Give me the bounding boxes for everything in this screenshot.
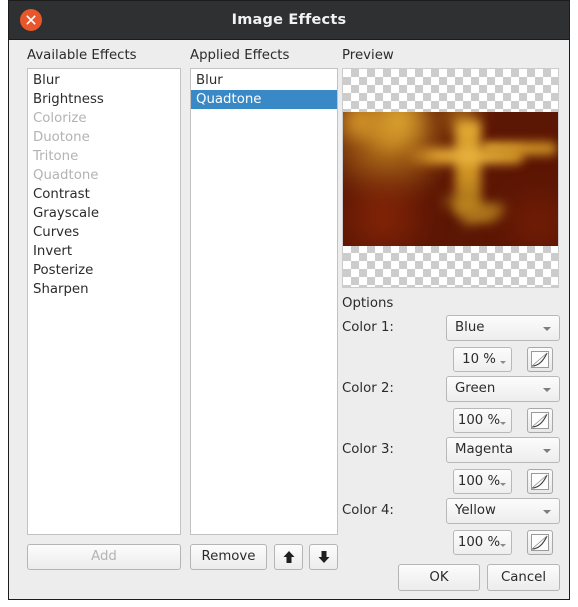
spinner-down-icon[interactable]	[500, 361, 506, 364]
move-up-button[interactable]	[274, 544, 303, 570]
color-1-value: Blue	[455, 320, 485, 335]
color-3-label: Color 3:	[342, 442, 394, 457]
arrow-down-icon	[318, 551, 329, 563]
color-2-amount-value: 100 %	[457, 413, 501, 428]
arrow-up-icon	[283, 551, 294, 563]
color-2-select[interactable]: Green	[446, 376, 560, 402]
color-2-value: Green	[455, 381, 496, 396]
available-effect-item[interactable]: Sharpen	[28, 280, 180, 299]
preview-title: Preview	[342, 48, 394, 63]
color-1-select[interactable]: Blue	[446, 315, 560, 341]
add-button[interactable]: Add	[27, 544, 181, 570]
available-effect-item[interactable]: Grayscale	[28, 204, 180, 223]
remove-button[interactable]: Remove	[190, 544, 267, 570]
curve-editor-icon	[531, 534, 549, 551]
available-effect-item[interactable]: Posterize	[28, 261, 180, 280]
available-effect-item: Tritone	[33, 149, 79, 164]
move-down-button[interactable]	[309, 544, 338, 570]
color-3-value: Magenta	[455, 442, 514, 457]
curve-editor-icon	[531, 351, 549, 368]
available-effect-item: Quadtone	[33, 168, 99, 183]
title-bar: Image Effects	[9, 1, 569, 40]
color-3-select[interactable]: Magenta	[446, 437, 560, 463]
available-effect-item[interactable]: Curves	[28, 223, 180, 242]
available-effect-item[interactable]: Contrast	[28, 185, 180, 204]
chevron-down-icon	[543, 510, 551, 514]
chevron-down-icon	[543, 327, 551, 331]
color-4-select[interactable]: Yellow	[446, 498, 560, 524]
color-2-label: Color 2:	[342, 381, 394, 396]
color-1-label: Color 1:	[342, 320, 394, 335]
chevron-down-icon	[543, 449, 551, 453]
color-3-curve-button[interactable]	[527, 469, 553, 494]
spinner-down-icon[interactable]	[500, 422, 506, 425]
color-4-amount-value: 100 %	[457, 535, 501, 550]
available-effect-item[interactable]: Brightness	[28, 90, 180, 109]
available-effect-item: Duotone	[33, 130, 90, 145]
options-title: Options	[342, 296, 394, 311]
ok-button[interactable]: OK	[398, 564, 480, 591]
available-effect-item[interactable]: Invert	[28, 242, 180, 261]
color-3-amount-value: 100 %	[457, 474, 501, 489]
window-title: Image Effects	[231, 12, 347, 28]
color-1-amount-input[interactable]: 10 %	[453, 347, 512, 372]
image-effects-dialog: Image Effects Available Effects Applied …	[8, 0, 570, 600]
spinner-down-icon[interactable]	[500, 483, 506, 486]
available-effect-item: Colorize	[33, 111, 87, 126]
color-1-amount-value: 10 %	[462, 352, 496, 367]
spinner-down-icon[interactable]	[500, 544, 506, 547]
available-effects-list[interactable]: Blur Brightness Colorize Duotone Tritone Quad…	[27, 68, 181, 535]
dialog-body: Available Effects Applied Effects Previe…	[9, 40, 569, 599]
applied-effects-title: Applied Effects	[190, 48, 290, 63]
preview-image	[343, 112, 558, 246]
cancel-button[interactable]: Cancel	[487, 564, 560, 591]
color-4-value: Yellow	[455, 503, 496, 518]
applied-effect-item[interactable]: Blur	[191, 71, 337, 90]
color-4-label: Color 4:	[342, 503, 394, 518]
preview-area	[342, 68, 559, 288]
available-effect-item[interactable]: Blur	[28, 71, 180, 90]
available-effects-title: Available Effects	[27, 48, 137, 63]
color-1-curve-button[interactable]	[527, 347, 553, 372]
color-4-curve-button[interactable]	[527, 530, 553, 555]
color-2-curve-button[interactable]	[527, 408, 553, 433]
applied-effects-list[interactable]: Blur Quadtone	[190, 68, 338, 535]
applied-effect-item[interactable]: Quadtone	[191, 90, 337, 109]
curve-editor-icon	[531, 473, 549, 490]
chevron-down-icon	[543, 388, 551, 392]
color-3-amount-input[interactable]: 100 %	[453, 469, 512, 494]
color-2-amount-input[interactable]: 100 %	[453, 408, 512, 433]
curve-editor-icon	[531, 412, 549, 429]
color-4-amount-input[interactable]: 100 %	[453, 530, 512, 555]
